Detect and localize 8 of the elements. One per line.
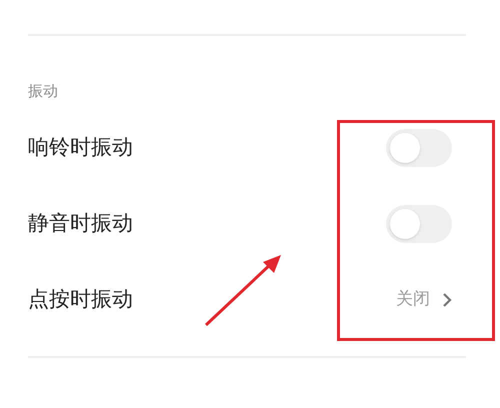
section-title: 振动 xyxy=(28,81,59,102)
setting-value-button[interactable]: 关闭 xyxy=(396,287,452,313)
toggle-switch[interactable] xyxy=(386,205,452,243)
setting-label: 静音时振动 xyxy=(28,210,133,238)
setting-label: 响铃时振动 xyxy=(28,134,133,162)
setting-label: 点按时振动 xyxy=(28,286,133,314)
chevron-right-icon xyxy=(442,292,452,308)
toggle-switch[interactable] xyxy=(386,129,452,167)
